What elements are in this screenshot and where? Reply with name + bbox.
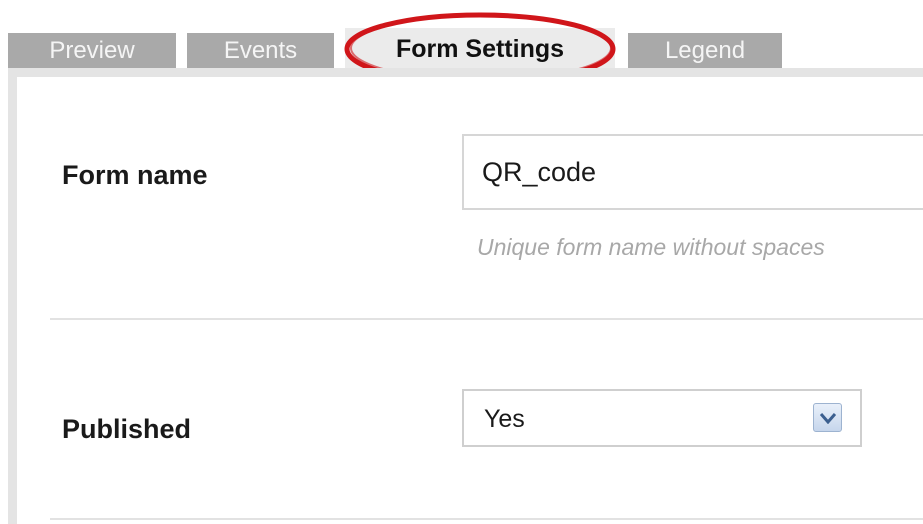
tab-legend[interactable]: Legend <box>628 33 782 68</box>
form-name-help-text: Unique form name without spaces <box>477 234 825 260</box>
published-select[interactable]: Yes <box>462 389 862 447</box>
chevron-down-icon[interactable] <box>813 403 842 432</box>
form-name-input[interactable] <box>462 134 923 210</box>
divider <box>50 518 923 520</box>
divider <box>50 318 923 320</box>
form-settings-page: Preview Events Form Settings Legend Form… <box>0 0 923 524</box>
tab-preview[interactable]: Preview <box>8 33 176 68</box>
tab-bar: Preview Events Form Settings Legend <box>0 0 923 86</box>
published-label: Published <box>62 414 192 444</box>
published-select-value: Yes <box>484 405 525 433</box>
form-name-label: Form name <box>62 160 208 190</box>
tab-form-settings[interactable]: Form Settings <box>345 28 615 68</box>
tab-events[interactable]: Events <box>187 33 334 68</box>
